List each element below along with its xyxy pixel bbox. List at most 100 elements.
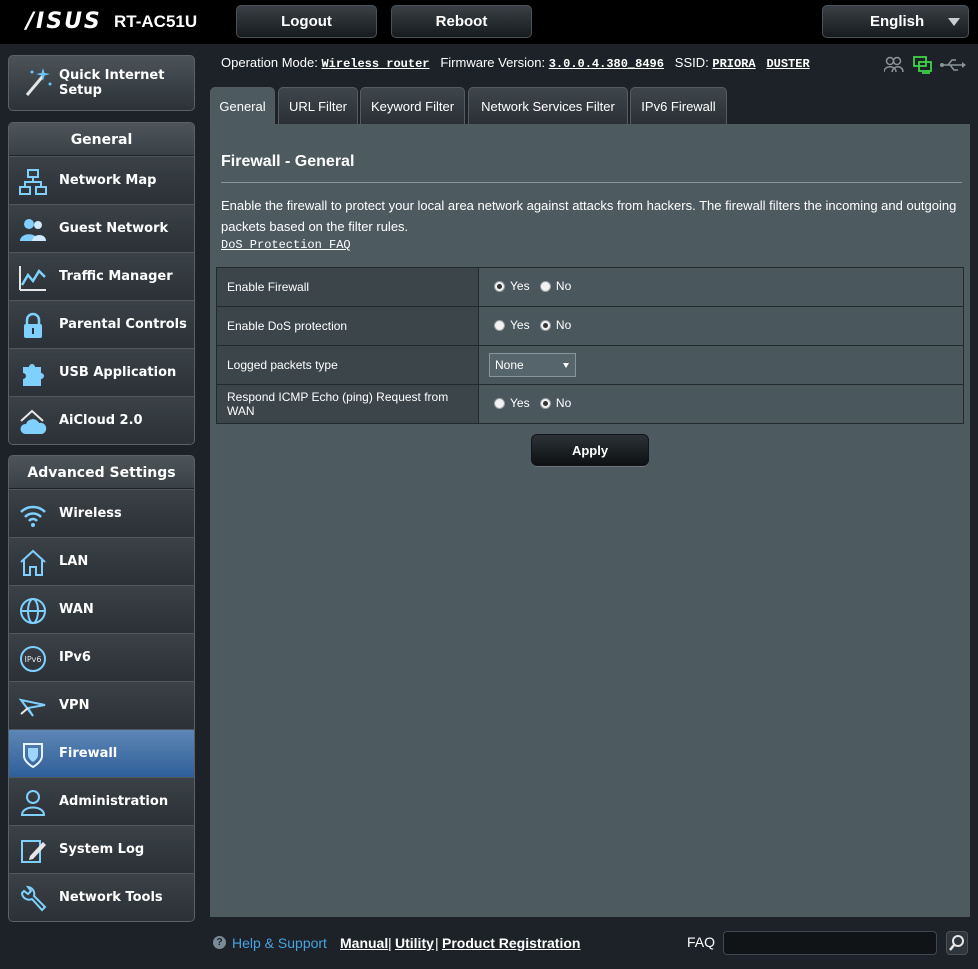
status-info-bar: Operation Mode: Wireless router Firmware…: [221, 55, 810, 71]
product-registration-link[interactable]: Product Registration: [442, 935, 580, 951]
qis-label-line1: Quick Internet: [59, 68, 165, 83]
sidebar-item-label: Network Tools: [59, 890, 163, 905]
manual-link[interactable]: Manual: [340, 935, 388, 951]
logout-button[interactable]: Logout: [236, 5, 377, 38]
radio-label: No: [555, 318, 572, 333]
reboot-button[interactable]: Reboot: [391, 5, 532, 38]
radio-label: Yes: [510, 396, 530, 411]
tab-keyword-filter[interactable]: Keyword Filter: [360, 87, 465, 124]
help-support-link[interactable]: Help & Support: [232, 935, 327, 951]
sidebar-item-label: IPv6: [59, 650, 91, 665]
puzzle-icon: [23, 364, 44, 386]
sidebar-item-guest-network[interactable]: Guest Network: [9, 204, 194, 252]
home-icon: [20, 549, 46, 576]
content-panel: Firewall - General Enable the firewall t…: [210, 124, 970, 917]
vpn-icon: [18, 698, 46, 717]
edit-log-icon: [21, 840, 46, 863]
enable-firewall-options: Yes No: [478, 267, 964, 307]
sidebar-item-label: WAN: [59, 602, 94, 617]
radio-label: Yes: [510, 279, 530, 294]
sidebar-general-group: General Network Map Guest Network Traffi…: [8, 122, 195, 445]
radio-unchecked-icon: [494, 397, 505, 409]
sidebar-item-label: Parental Controls: [59, 317, 187, 332]
chevron-down-icon: [563, 363, 569, 368]
ssid-link-2[interactable]: DUSTER: [766, 57, 809, 71]
sidebar-item-label: Firewall: [59, 746, 118, 761]
sidebar-item-label: LAN: [59, 554, 89, 569]
wrench-icon: [20, 885, 47, 912]
apply-button[interactable]: Apply: [531, 434, 649, 466]
shield-icon: [23, 743, 43, 769]
sidebar-item-label: USB Application: [59, 365, 177, 380]
sidebar-item-wireless[interactable]: Wireless: [9, 489, 194, 537]
sidebar-item-wan[interactable]: WAN: [9, 585, 194, 633]
ssid-label: SSID:: [674, 55, 709, 70]
internet-connected-icon[interactable]: [913, 56, 932, 74]
asus-logo: /ISUS: [26, 9, 102, 34]
logged-packets-value: None: [495, 358, 524, 372]
footer-separator: |: [435, 935, 439, 951]
faq-search-button[interactable]: [946, 931, 968, 955]
sidebar-item-label: Administration: [59, 794, 169, 809]
sidebar-item-ipv6[interactable]: IPv6 IPv6: [9, 633, 194, 681]
respond-icmp-no-radio[interactable]: No: [539, 396, 571, 410]
sidebar-item-aicloud[interactable]: AiCloud 2.0: [9, 396, 194, 444]
table-row: Enable DoS protection Yes No: [216, 306, 964, 346]
tab-ipv6-firewall[interactable]: IPv6 Firewall: [630, 87, 727, 124]
title-divider: [221, 182, 962, 183]
enable-dos-label: Enable DoS protection: [216, 306, 479, 346]
footer-separator: |: [388, 935, 392, 951]
sidebar-item-lan[interactable]: LAN: [9, 537, 194, 585]
traffic-chart-icon: [19, 266, 46, 291]
tab-general[interactable]: General: [210, 87, 275, 124]
table-row: Logged packets type None: [216, 345, 964, 385]
sidebar-item-vpn[interactable]: VPN: [9, 681, 194, 729]
sidebar-advanced-group: Advanced Settings Wireless LAN WAN IPv6 …: [8, 455, 195, 922]
enable-firewall-no-radio[interactable]: No: [539, 279, 572, 294]
sidebar-item-label: System Log: [59, 842, 145, 857]
sidebar-item-usb-application[interactable]: USB Application: [9, 348, 194, 396]
sidebar-item-network-map[interactable]: Network Map: [9, 156, 194, 204]
radio-label: No: [555, 279, 572, 294]
ssid-link-1[interactable]: PRIORA: [712, 57, 755, 71]
sidebar-item-administration[interactable]: Administration: [9, 777, 194, 825]
language-select[interactable]: English: [822, 5, 969, 38]
magic-wand-icon: [25, 68, 52, 96]
sidebar-item-traffic-manager[interactable]: Traffic Manager: [9, 252, 194, 300]
general-title: General: [9, 123, 194, 156]
tab-network-services-filter[interactable]: Network Services Filter: [468, 87, 628, 124]
tab-url-filter[interactable]: URL Filter: [278, 87, 358, 124]
dos-faq-link[interactable]: DoS Protection FAQ: [221, 238, 351, 252]
radio-checked-icon: [494, 280, 505, 292]
usb-icon[interactable]: [940, 59, 966, 71]
radio-checked-icon: [539, 319, 551, 331]
admin-user-icon: [20, 790, 46, 816]
sidebar-item-label: VPN: [59, 698, 90, 713]
network-map-icon: [19, 169, 47, 195]
quick-internet-setup-button[interactable]: Quick Internet Setup: [8, 55, 195, 111]
operation-mode-link[interactable]: Wireless router: [321, 57, 429, 71]
sidebar-item-firewall[interactable]: Firewall: [9, 729, 194, 777]
firmware-version-link[interactable]: 3.0.0.4.380_8496: [549, 57, 664, 71]
chevron-down-icon: [948, 18, 960, 26]
ipv6-globe-icon: IPv6: [20, 646, 46, 672]
sidebar-item-network-tools[interactable]: Network Tools: [9, 873, 194, 921]
faq-search-input[interactable]: [723, 931, 937, 955]
enable-dos-options: Yes No: [478, 306, 964, 346]
enable-dos-no-radio[interactable]: No: [539, 318, 572, 333]
operation-mode-label: Operation Mode:: [221, 55, 318, 70]
enable-firewall-yes-radio[interactable]: Yes: [494, 279, 530, 293]
enable-dos-yes-radio[interactable]: Yes: [494, 318, 530, 332]
search-icon: [949, 935, 964, 951]
respond-icmp-yes-radio[interactable]: Yes: [494, 396, 530, 410]
firewall-settings-table: Enable Firewall Yes No Enable DoS protec…: [216, 267, 964, 424]
logged-packets-select[interactable]: None: [489, 353, 576, 377]
sidebar-item-system-log[interactable]: System Log: [9, 825, 194, 873]
utility-link[interactable]: Utility: [395, 935, 434, 951]
radio-unchecked-icon: [539, 280, 551, 292]
sidebar-item-label: AiCloud 2.0: [59, 413, 143, 428]
radio-label: Yes: [510, 318, 530, 333]
sidebar-item-parental-controls[interactable]: Parental Controls: [9, 300, 194, 348]
status-icons: [883, 55, 966, 80]
clients-icon[interactable]: [883, 56, 904, 73]
